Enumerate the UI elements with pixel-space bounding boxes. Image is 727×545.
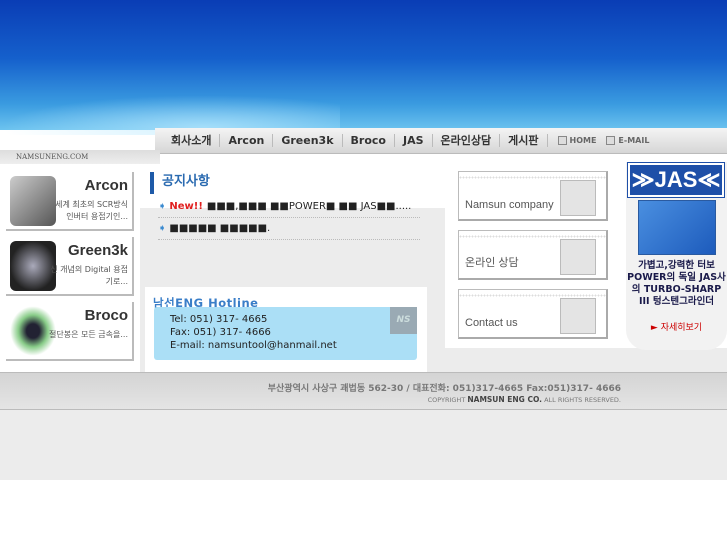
product-title: Green3k [67,242,128,259]
menu-jas[interactable]: JAS [395,134,433,147]
contact-us-button[interactable]: Contact us [458,289,608,339]
building-icon [560,180,596,216]
new-badge: New!! [169,201,203,212]
product-desc: 신 개념의 Digital 용접기로... [50,265,128,286]
notice-title: 공지사항 [150,172,210,194]
content-background [445,348,727,373]
fax-machine-icon [560,239,596,275]
menu-online-consult[interactable]: 온라인상담 [433,134,501,147]
menu-arcon[interactable]: Arcon [220,134,274,147]
notice-item[interactable]: ➧ New!! ■■■,■■■ ■■POWER■ ■■ JAS■■..... [158,196,420,218]
footer-address: 부산광역시 사상구 괘법동 562-30 / 대표전화: 051)317-466… [267,384,621,394]
hotline-tel: Tel: 051) 317- 4665 [170,314,268,325]
home-label: HOME [569,136,597,145]
product-title: Broco [84,307,128,324]
button-label: Namsun company [465,199,554,211]
tool-case-image [638,200,716,255]
main-menu: 회사소개 Arcon Green3k Broco JAS 온라인상담 게시판 H… [155,128,727,154]
product-title: Arcon [84,177,128,194]
jas-banner[interactable]: ≫JAS≪ 가볍고,강력한 터보POWER의 독일 JAS사의 TURBO-SH… [626,162,727,350]
jas-description: 가볍고,강력한 터보POWER의 독일 JAS사의 TURBO-SHARP II… [627,260,726,307]
home-icon [557,136,567,145]
menu-green3k[interactable]: Green3k [273,134,343,147]
menu-board[interactable]: 게시판 [500,134,548,147]
product-card-green3k[interactable]: Green3k 신 개념의 Digital 용접기로... [6,237,134,296]
product-desc: 절단봉은 모든 금속을... [49,330,128,339]
envelope-icon [560,298,596,334]
menu-company[interactable]: 회사소개 [163,134,221,147]
product-desc: 세계 최초의 SCR방식 인버터 용접기인... [55,200,128,221]
copyright-suffix: ALL RIGHTS RESERVED. [542,396,621,404]
home-link[interactable]: HOME [557,136,597,145]
notice-item[interactable]: ➧ ■■■■■ ■■■■■. [158,218,420,240]
jas-logo: ≫JAS≪ [627,162,725,198]
product-card-broco[interactable]: Broco 절단봉은 모든 금속을... [6,302,134,361]
menu-broco[interactable]: Broco [343,134,395,147]
footer-background [0,410,727,480]
footer-copyright: COPYRIGHT NAMSUN ENG CO. ALL RIGHTS RESE… [428,395,621,404]
site-domain: NAMSUNENG.COM [16,153,89,161]
arrow-icon: ➧ [158,201,167,212]
online-consult-button[interactable]: 온라인 상담 [458,230,608,280]
hotline-panel: 남선ENG Hotline Tel: 051) 317- 4665 Fax: 0… [145,287,427,372]
notice-text: ■■■,■■■ ■■POWER■ ■■ JAS■■..... [206,201,412,212]
button-label: Contact us [465,317,518,329]
button-label: 온라인 상담 [465,257,519,269]
namsun-company-button[interactable]: Namsun company [458,171,608,221]
email-link[interactable]: E-MAIL [606,136,649,145]
email-label: E-MAIL [618,136,650,145]
hotline-fax: Fax: 051) 317- 4666 [170,327,271,338]
ns-logo: NS [390,307,417,334]
product-card-arcon[interactable]: Arcon 세계 최초의 SCR방식 인버터 용접기인... [6,172,134,231]
notice-text: ■■■■■ ■■■■■. [169,223,271,234]
copyright-prefix: COPYRIGHT [427,396,468,404]
arrow-icon: ➧ [158,223,167,234]
footer: 부산광역시 사상구 괘법동 562-30 / 대표전화: 051)317-466… [0,372,727,410]
company-name: NAMSUN ENG CO. [467,395,543,404]
mail-icon [606,136,616,145]
hotline-email: E-mail: namsuntool@hanmail.net [170,340,337,351]
hotline-info: Tel: 051) 317- 4665 Fax: 051) 317- 4666 … [154,307,417,360]
jas-more-link[interactable]: ► 자세히보기 [626,320,727,333]
